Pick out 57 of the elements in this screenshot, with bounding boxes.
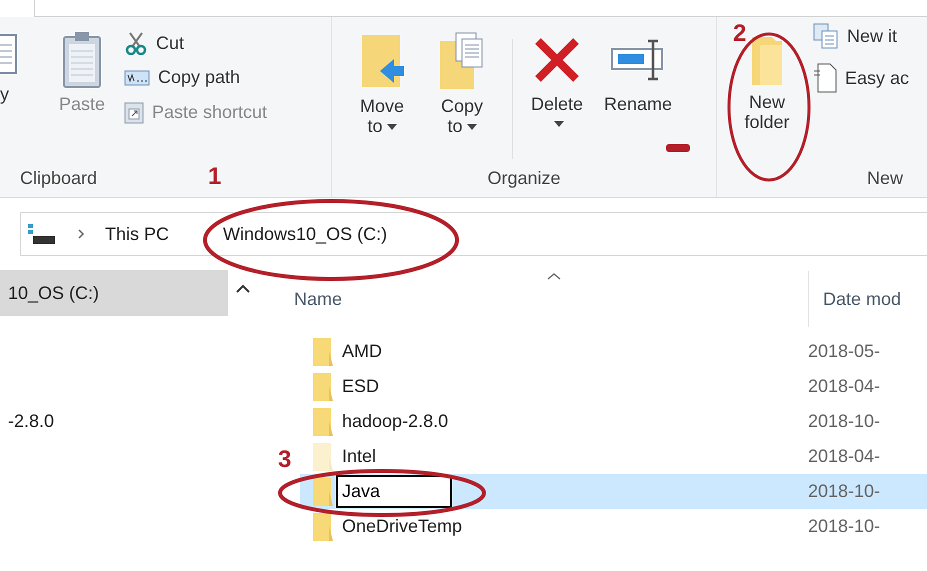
chevron-icon — [77, 228, 85, 240]
delete-button[interactable]: Delete — [525, 31, 589, 127]
step-number: 1 — [208, 163, 222, 191]
folder-documents-icon — [440, 31, 484, 91]
cut-button[interactable]: Cut — [124, 31, 268, 55]
copy-to-button[interactable]: Copy to — [432, 31, 492, 137]
date-cell: 2018-10- — [808, 516, 880, 537]
file-name: AMD — [341, 341, 383, 362]
move-to-button[interactable]: Move to — [352, 31, 412, 137]
path-icon — [124, 70, 150, 86]
file-name: ESD — [341, 376, 380, 397]
breadcrumb[interactable]: This PC — [105, 224, 170, 244]
computer-icon — [27, 223, 57, 245]
file-row[interactable]: hadoop-2.8.0 2018-10- — [300, 404, 927, 439]
copy-button[interactable]: y — [0, 31, 20, 105]
group-label: New — [866, 168, 904, 190]
file-row[interactable]: ESD 2018-04- — [300, 369, 927, 404]
rename-button[interactable]: Rename — [593, 31, 683, 115]
file-row[interactable]: AMD 2018-05- — [300, 334, 927, 369]
sidebar-item[interactable]: -2.8.0 — [0, 398, 228, 444]
column-header[interactable]: Name — [262, 288, 808, 310]
rename-field[interactable]: Java — [336, 475, 452, 508]
group-label: Organize — [486, 168, 562, 190]
file-name: OneDriveTemp — [341, 516, 464, 537]
easy-access-button[interactable]: Easy ac — [813, 63, 910, 93]
rename-field-icon — [610, 37, 666, 83]
address-bar[interactable]: This PC Windows10_OS (C:) — [20, 212, 927, 256]
new-item-button[interactable]: New it — [813, 23, 910, 49]
caret-icon — [466, 124, 476, 130]
file-name: hadoop-2.8.0 — [341, 411, 450, 432]
scissors-icon — [124, 31, 148, 55]
step-number: 2 — [733, 20, 746, 48]
caret-icon — [386, 124, 396, 130]
caret-icon — [554, 120, 564, 127]
breadcrumb[interactable]: Windows10_OS (C:) — [223, 224, 388, 244]
group-label: Clipboard — [20, 168, 98, 190]
file-row[interactable]: Intel 2018-04- — [300, 439, 927, 474]
file-row[interactable]: OneDriveTemp 2018-10- — [300, 509, 927, 544]
underline-mark — [666, 144, 690, 152]
column-header[interactable]: Date mod — [808, 271, 902, 327]
clipboard-icon — [62, 31, 102, 89]
date-cell: 2018-10- — [808, 411, 880, 432]
file-row[interactable]: Java 2018-10- — [300, 474, 927, 509]
scroll-up-icon[interactable] — [236, 284, 250, 294]
sort-caret-icon — [547, 272, 561, 280]
date-cell: 2018-05- — [808, 341, 880, 362]
cross-icon — [534, 37, 580, 83]
shortcut-icon — [124, 100, 144, 124]
step-number: 3 — [278, 446, 292, 474]
documents-icon — [813, 23, 839, 49]
file-name: Intel — [341, 446, 378, 467]
copy-path-button[interactable]: Copy path — [124, 67, 268, 88]
document-icon — [813, 63, 837, 93]
date-cell: 2018-04- — [808, 376, 880, 397]
date-cell: 2018-10- — [808, 481, 880, 502]
date-cell: 2018-04- — [808, 446, 880, 467]
sidebar-item[interactable]: 10_OS (C:) — [0, 270, 228, 316]
